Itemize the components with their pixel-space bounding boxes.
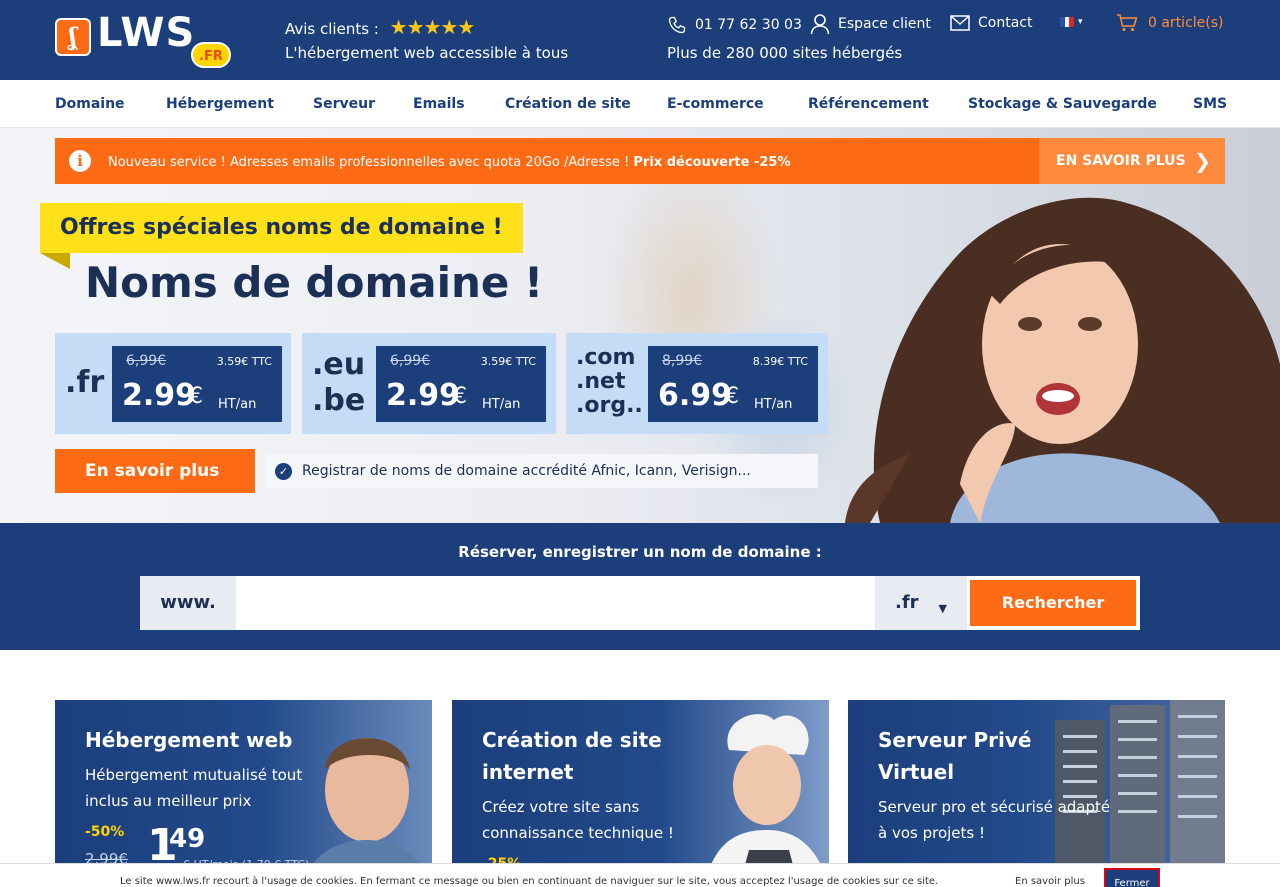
cart-icon [1116, 14, 1138, 32]
promo-highlight: Prix découverte -25% [633, 155, 791, 170]
price-unit: HT/an [754, 397, 793, 412]
www-prefix: www. [140, 576, 236, 630]
caret-down-icon: ▼ [938, 602, 947, 615]
extension-select[interactable]: .fr ▼ [875, 576, 967, 630]
card-title: Hébergement web [85, 728, 293, 752]
price-extension: .fr [65, 365, 105, 400]
logo-fr-badge: .FR [191, 42, 231, 68]
promo-learn-more-button[interactable]: EN SAVOIR PLUS ❯ [1039, 138, 1225, 184]
mail-icon [950, 15, 970, 31]
price-unit: HT/an [218, 397, 257, 412]
promo-banner[interactable]: i Nouveau service ! Adresses emails prof… [55, 138, 1225, 184]
domain-search-title: Réserver, enregistrer un nom de domaine … [458, 543, 822, 561]
special-offers-ribbon: Offres spéciales noms de domaine ! [40, 203, 523, 253]
customer-reviews[interactable]: Avis clients : ★★★★★ [285, 15, 476, 39]
rating-stars-icon: ★★★★★ [389, 15, 476, 39]
price-panel: 6,99€ 3.59€ TTC 2.99 € HT/an [112, 346, 282, 422]
cookie-close-button[interactable]: Fermer [1104, 868, 1160, 887]
check-icon: ✓ [275, 463, 292, 480]
nav-ecommerce[interactable]: E-commerce [667, 96, 764, 112]
price-panel: 6,99€ 3.59€ TTC 2.99 € HT/an [376, 346, 546, 422]
phone-icon [667, 15, 687, 35]
price-panel: 8,99€ 8.39€ TTC 6.99 € HT/an [648, 346, 818, 422]
nav-referencement[interactable]: Référencement [808, 96, 929, 112]
hero-woman-photo [845, 197, 1280, 523]
currency: € [189, 384, 203, 409]
ttc-price: 8.39€ TTC [752, 355, 808, 368]
new-price: 2.99 [122, 378, 197, 413]
phone-link[interactable]: 01 77 62 30 03 [667, 15, 802, 35]
search-button[interactable]: Rechercher [970, 580, 1136, 626]
card-description: Serveur pro et sécurisé adapté à vos pro… [878, 798, 1111, 842]
nav-sms[interactable]: SMS [1193, 96, 1227, 112]
chevron-down-icon: ▾ [1078, 17, 1083, 27]
tagline: L'hébergement web accessible à tous [285, 44, 569, 62]
nav-serveur[interactable]: Serveur [313, 96, 375, 112]
france-flag-icon [1060, 17, 1075, 27]
chevron-right-icon: ❯ [1194, 149, 1211, 173]
contact-link[interactable]: Contact [950, 15, 1032, 31]
registrar-note: ✓ Registrar de noms de domaine accrédité… [265, 454, 818, 488]
card-description: Hébergement mutualisé tout inclus au mei… [85, 766, 303, 810]
learn-more-button[interactable]: En savoir plus [55, 449, 255, 493]
user-icon [810, 13, 830, 35]
cart-link[interactable]: 0 article(s) [1116, 14, 1224, 32]
domain-search-section: Réserver, enregistrer un nom de domaine … [0, 523, 1280, 650]
ttc-price: 3.59€ TTC [480, 355, 536, 368]
promo-text: Nouveau service ! Adresses emails profes… [108, 155, 791, 170]
phone-number: 01 77 62 30 03 [695, 17, 802, 33]
price-card-fr[interactable]: .fr 6,99€ 3.59€ TTC 2.99 € HT/an [55, 333, 291, 434]
new-price: 6.99 [658, 378, 733, 413]
cookie-bar: Le site www.lws.fr recourt à l'usage de … [0, 863, 1280, 887]
espace-client-link[interactable]: Espace client [810, 13, 931, 35]
old-price: 6,99€ [390, 353, 431, 369]
nav-creation-site[interactable]: Création de site [505, 96, 631, 112]
domain-search-form: www. .fr ▼ Rechercher [140, 576, 1140, 630]
cookie-learn-more-link[interactable]: En savoir plus [1015, 876, 1085, 887]
price-extension: .com .net .org.. [576, 345, 643, 418]
card-description: Créez votre site sans connaissance techn… [482, 798, 674, 842]
cookie-text: Le site www.lws.fr recourt à l'usage de … [120, 876, 939, 887]
price-card-com-net-org[interactable]: .com .net .org.. 8,99€ 8.39€ TTC 6.99 € … [566, 333, 828, 434]
currency: € [725, 384, 739, 409]
top-header: ʆ LWS .FR Avis clients : ★★★★★ L'héberge… [0, 0, 1280, 80]
old-price: 6,99€ [126, 353, 167, 369]
old-price: 8,99€ [662, 353, 703, 369]
ribbon-fold [40, 253, 70, 269]
price-decimals: 49 [169, 824, 206, 854]
new-price: 2.99 [386, 378, 461, 413]
cart-count: 0 article(s) [1148, 15, 1224, 31]
currency: € [453, 384, 467, 409]
card-title: Création de site internet [482, 728, 662, 784]
card-serveur-prive[interactable]: Serveur Privé Virtuel Serveur pro et séc… [848, 700, 1225, 887]
contact-label: Contact [978, 15, 1033, 31]
discount-badge: -50% [85, 824, 125, 840]
nav-stockage[interactable]: Stockage & Sauvegarde [968, 96, 1157, 112]
hero-banner: i Nouveau service ! Adresses emails prof… [0, 128, 1280, 523]
card-creation-site[interactable]: Création de site internet Créez votre si… [452, 700, 829, 887]
logo-text: LWS [97, 10, 196, 56]
nav-emails[interactable]: Emails [413, 96, 465, 112]
card-hebergement-web[interactable]: Hébergement web Hébergement mutualisé to… [55, 700, 432, 887]
card-title: Serveur Privé Virtuel [878, 728, 1032, 784]
sites-hosted: Plus de 280 000 sites hébergés [667, 44, 903, 62]
ttc-price: 3.59€ TTC [216, 355, 272, 368]
lws-logo[interactable]: ʆ LWS .FR [55, 10, 235, 70]
hero-title: Noms de domaine ! [85, 258, 544, 307]
info-icon: i [69, 150, 91, 172]
nav-hebergement[interactable]: Hébergement [166, 96, 274, 112]
price-extension: .eu .be [312, 347, 366, 418]
language-selector[interactable]: ▾ [1060, 17, 1083, 27]
price-card-eu-be[interactable]: .eu .be 6,99€ 3.59€ TTC 2.99 € HT/an [302, 333, 556, 434]
main-nav: Domaine Hébergement Serveur Emails Créat… [0, 80, 1280, 128]
domain-search-input[interactable] [236, 576, 875, 630]
price-unit: HT/an [482, 397, 521, 412]
espace-client-label: Espace client [838, 16, 931, 32]
reviews-label: Avis clients : [285, 20, 379, 38]
nav-domaine[interactable]: Domaine [55, 96, 125, 112]
logo-mark: ʆ [55, 18, 91, 56]
